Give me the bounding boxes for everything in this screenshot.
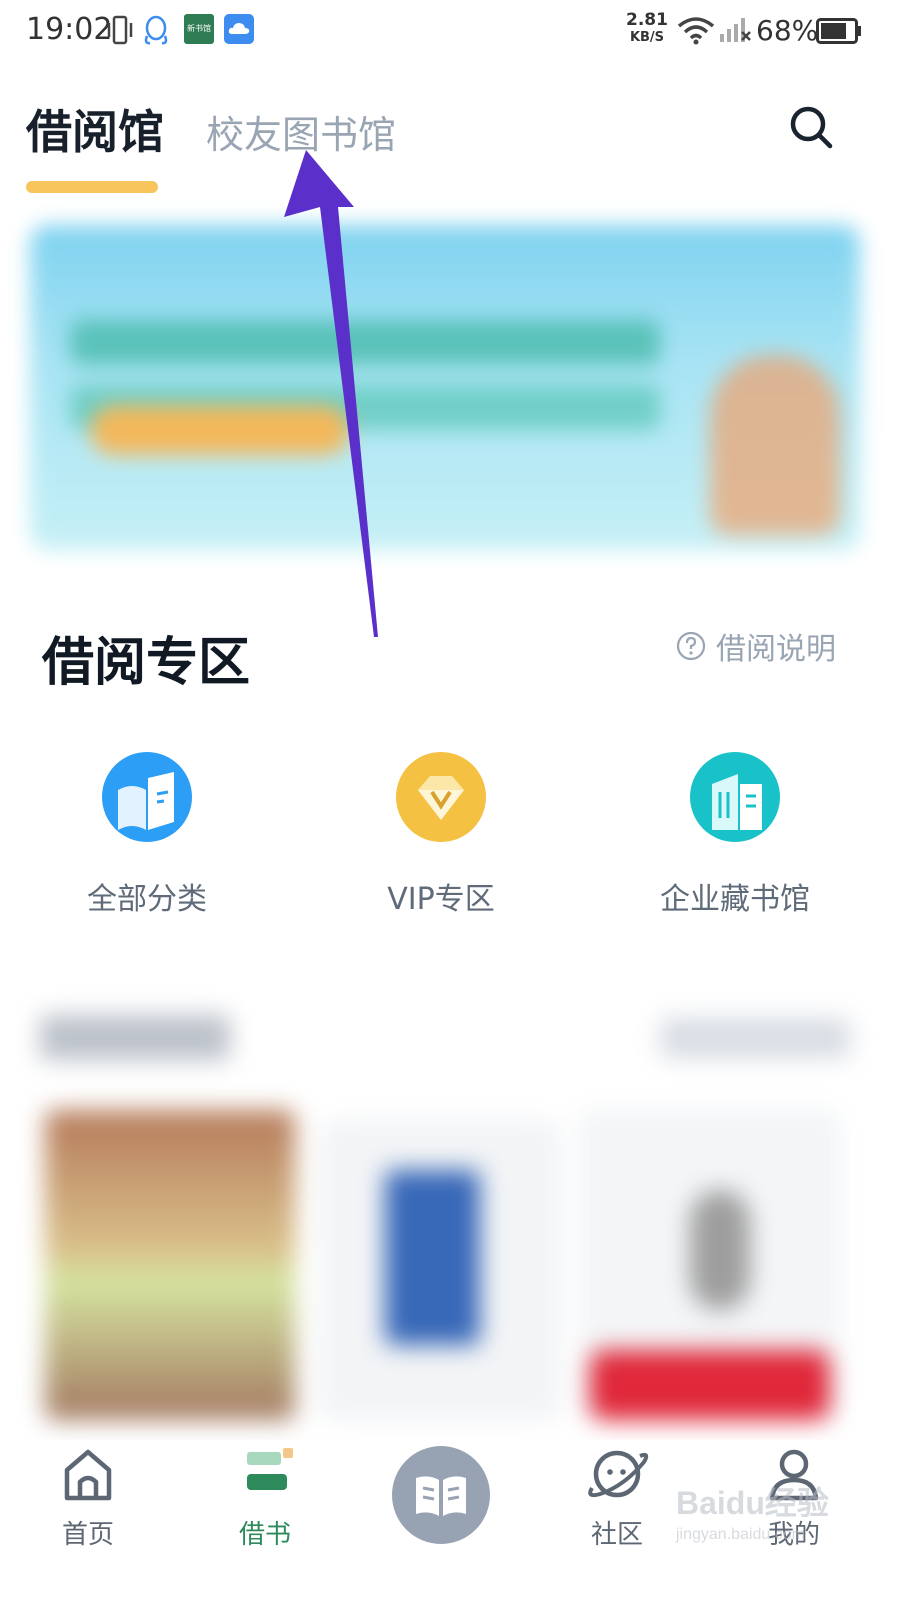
- bookstore-app-icon: 新书馆: [184, 14, 214, 44]
- borrow-books-icon: [247, 1448, 293, 1490]
- status-time: 19:02: [26, 12, 113, 47]
- cellular-signal-icon: [720, 18, 751, 42]
- book-card[interactable]: [45, 1110, 295, 1420]
- network-speed: 2.81 KB/S: [624, 10, 670, 45]
- category-corporate-library[interactable]: 企业藏书馆: [615, 752, 855, 918]
- vip-diamond-icon: [396, 752, 486, 842]
- promo-banner[interactable]: [30, 225, 860, 550]
- borrow-instructions-link[interactable]: 借阅说明: [676, 626, 836, 667]
- section-title: 借阅专区: [42, 632, 251, 693]
- status-bar: 19:02 新书馆 2.81 KB/S 68%: [0, 0, 900, 64]
- watermark-brand: Baidu经验: [676, 1485, 829, 1521]
- reading-center-button[interactable]: [392, 1446, 490, 1544]
- nav-borrow[interactable]: 借书: [205, 1444, 325, 1551]
- home-icon: [64, 1449, 112, 1501]
- category-all[interactable]: 全部分类: [27, 752, 267, 918]
- annotation-arrow: [284, 150, 378, 637]
- question-circle-icon: [676, 631, 706, 661]
- qq-icon: [144, 15, 168, 45]
- blurred-more-link: [660, 1018, 850, 1058]
- open-book-icon: [416, 1476, 466, 1516]
- promo-button[interactable]: [590, 1350, 830, 1420]
- network-speed-unit: KB/S: [629, 30, 665, 45]
- search-icon[interactable]: [788, 104, 834, 150]
- network-speed-value: 2.81: [626, 10, 668, 30]
- book-icon: [102, 752, 192, 842]
- category-vip[interactable]: VIP专区: [321, 752, 561, 918]
- blurred-book-list: [0, 990, 900, 1440]
- category-label: 企业藏书馆: [660, 882, 810, 917]
- vibrate-icon: [107, 15, 133, 45]
- nav-home[interactable]: 首页: [28, 1444, 148, 1551]
- active-tab-indicator: [26, 181, 158, 193]
- book-cover: [690, 1190, 750, 1310]
- building-icon: [690, 752, 780, 842]
- blurred-section-title: [40, 1015, 230, 1060]
- baidu-jingyan-watermark: Baidu经验 jingyan.baidu.com: [676, 1478, 866, 1554]
- battery-icon: [816, 18, 861, 44]
- help-label: 借阅说明: [716, 632, 836, 667]
- nav-label: 首页: [61, 1520, 114, 1550]
- book-cover: [385, 1170, 480, 1345]
- tab-borrow-library[interactable]: 借阅馆: [26, 96, 164, 162]
- nav-label: 借书: [238, 1520, 291, 1550]
- category-label: 全部分类: [87, 882, 207, 917]
- category-label: VIP专区: [387, 882, 495, 917]
- nav-community[interactable]: 社区: [557, 1444, 677, 1551]
- cloud-icon: [224, 14, 254, 44]
- planet-icon: [588, 1450, 649, 1498]
- wifi-icon: [677, 17, 715, 45]
- banner-illustration: [710, 355, 840, 535]
- battery-percent: 68%: [756, 14, 819, 47]
- watermark-url: jingyan.baidu.com: [676, 1526, 805, 1543]
- nav-label: 社区: [590, 1520, 643, 1550]
